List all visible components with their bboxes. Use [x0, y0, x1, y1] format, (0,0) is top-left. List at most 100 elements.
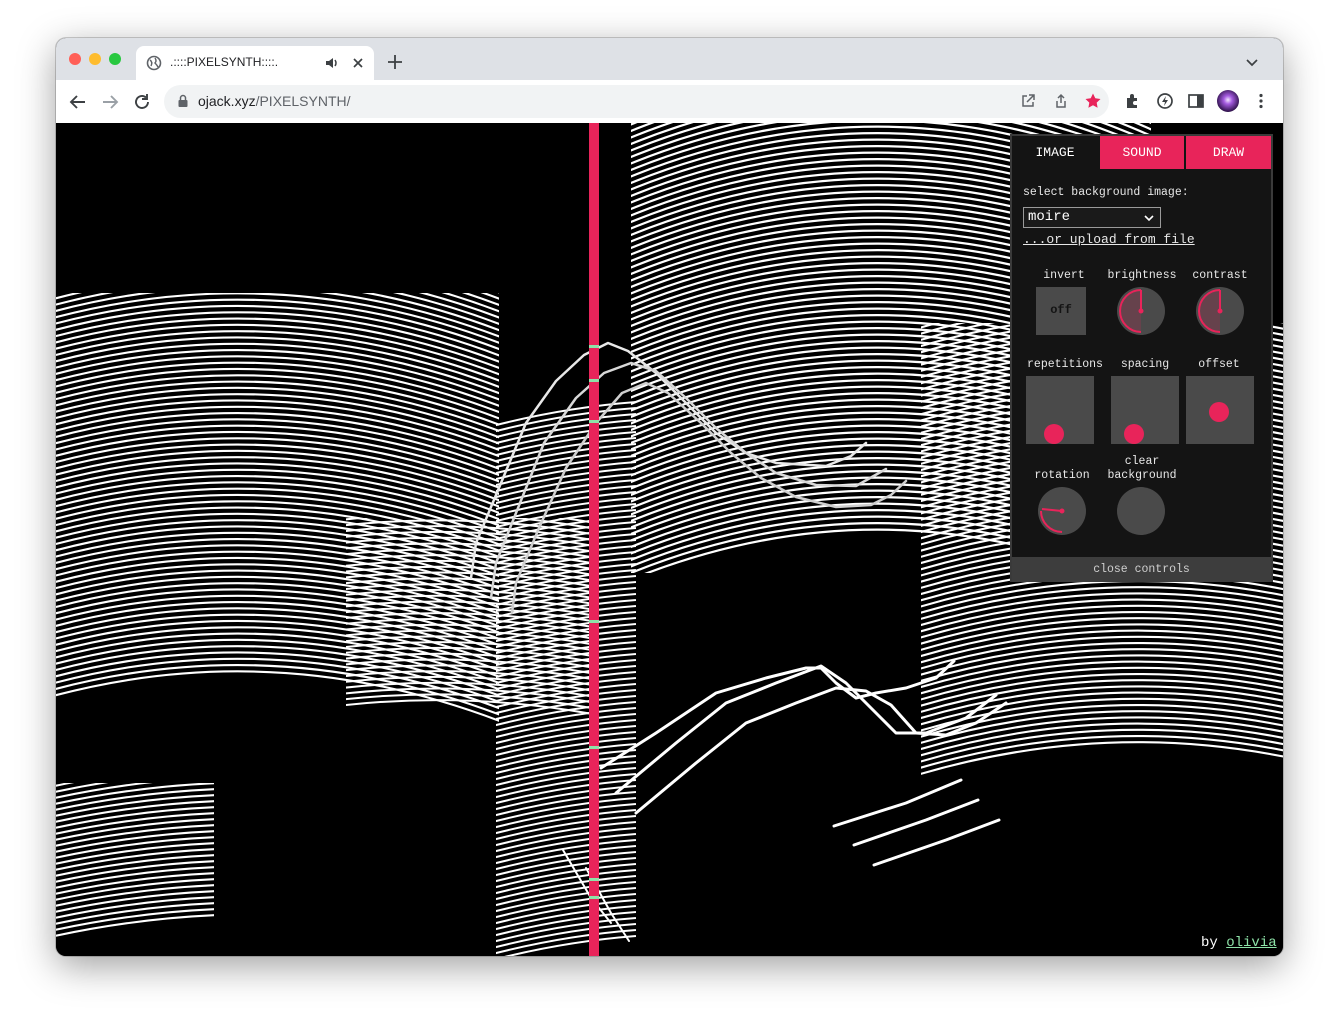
moire-line	[416, 123, 1283, 126]
synth-canvas-area: IMAGE SOUND DRAW select background image…	[56, 123, 1283, 956]
moire-line	[496, 725, 636, 751]
moire-line	[496, 713, 636, 739]
moire-line	[56, 890, 214, 913]
moire-line	[56, 896, 214, 919]
moire-line	[56, 854, 214, 877]
moire-line	[346, 687, 590, 704]
globe-icon	[146, 55, 162, 71]
tab-title: .::::PIXELSYNTH::::.	[170, 55, 279, 69]
moire-line	[496, 815, 636, 841]
spacing-pad[interactable]	[1111, 376, 1179, 444]
moire-line	[56, 123, 676, 233]
url-text: ojack.xyz/PIXELSYNTH/	[198, 93, 351, 109]
address-bar[interactable]: ojack.xyz/PIXELSYNTH/	[164, 85, 1109, 118]
moire-line	[496, 743, 636, 769]
moire-line	[496, 893, 636, 919]
tab-image[interactable]: IMAGE	[1012, 136, 1098, 169]
repetitions-pad[interactable]	[1026, 376, 1094, 444]
clear-label-line1: clear	[1124, 455, 1160, 468]
reload-icon[interactable]	[132, 92, 152, 112]
spacing-handle[interactable]	[1124, 424, 1144, 444]
back-icon[interactable]	[68, 92, 88, 112]
moire-line	[921, 735, 1283, 769]
browser-tab[interactable]: .::::PIXELSYNTH::::.	[136, 46, 374, 80]
moire-line	[56, 123, 676, 252]
close-window-button[interactable]	[69, 53, 81, 65]
extension-icon[interactable]	[1156, 92, 1174, 110]
moire-line	[496, 929, 636, 955]
brightness-knob[interactable]	[1117, 287, 1165, 335]
chevron-down-icon	[1144, 213, 1154, 223]
moire-line	[504, 935, 636, 956]
moire-line	[56, 123, 676, 239]
chevron-down-icon[interactable]	[1244, 54, 1260, 70]
rotation-knob[interactable]	[1038, 487, 1086, 535]
close-tab-icon[interactable]	[350, 55, 366, 71]
moire-line	[56, 123, 676, 265]
lock-icon[interactable]	[176, 94, 190, 108]
tab-bar: .::::PIXELSYNTH::::.	[56, 38, 1283, 80]
new-tab-icon[interactable]	[386, 53, 404, 71]
moire-line	[496, 755, 636, 781]
upload-file-link[interactable]: ...or upload from file	[1023, 232, 1195, 247]
moire-line	[56, 123, 676, 277]
speaker-icon[interactable]	[324, 55, 340, 71]
moire-line	[496, 875, 636, 901]
moire-line	[496, 779, 636, 805]
forward-icon[interactable]	[100, 92, 120, 112]
offset-handle[interactable]	[1209, 402, 1229, 422]
tab-sound[interactable]: SOUND	[1100, 136, 1184, 169]
playhead-bar[interactable]	[589, 123, 599, 956]
moire-line	[56, 130, 676, 284]
minimize-window-button[interactable]	[89, 53, 101, 65]
moire-line	[496, 761, 636, 787]
moire-line	[496, 905, 636, 931]
moire-line	[496, 749, 636, 775]
moire-line	[56, 123, 676, 258]
menu-icon[interactable]	[1252, 92, 1270, 110]
moire-line	[56, 155, 676, 309]
background-image-select[interactable]: moire	[1023, 207, 1161, 228]
moire-line	[496, 629, 636, 655]
share-icon[interactable]	[1053, 93, 1069, 109]
offset-pad[interactable]	[1186, 376, 1254, 444]
toolbar: ojack.xyz/PIXELSYNTH/	[56, 80, 1283, 124]
repetitions-handle[interactable]	[1044, 424, 1064, 444]
contrast-knob[interactable]	[1196, 287, 1244, 335]
moire-line	[496, 809, 636, 835]
credit-prefix: by	[1201, 935, 1218, 951]
star-icon[interactable]	[1084, 92, 1102, 110]
offset-label: offset	[1198, 358, 1240, 371]
controls-panel: IMAGE SOUND DRAW select background image…	[1010, 134, 1273, 582]
clear-label-line2: background	[1107, 469, 1177, 482]
moire-line	[921, 728, 1283, 763]
clear-background-button[interactable]	[1117, 487, 1165, 535]
drawn-stroke	[832, 778, 963, 828]
zoom-window-button[interactable]	[109, 53, 121, 65]
moire-line	[496, 899, 636, 925]
selected-image-value: moire	[1028, 209, 1071, 225]
side-panel-icon[interactable]	[1187, 92, 1205, 110]
drawn-stroke	[852, 798, 980, 847]
brightness-label: brightness	[1107, 269, 1177, 282]
note-marker	[589, 746, 599, 749]
moire-line	[56, 148, 676, 302]
open-external-icon[interactable]	[1020, 93, 1036, 109]
tab-draw[interactable]: DRAW	[1186, 136, 1271, 169]
extensions-icon[interactable]	[1124, 92, 1142, 110]
moire-line	[56, 161, 676, 315]
drawn-stroke	[634, 686, 1008, 815]
moire-line	[496, 917, 636, 943]
contrast-label: contrast	[1192, 269, 1248, 282]
profile-avatar[interactable]	[1217, 90, 1239, 112]
url-path: /PIXELSYNTH/	[255, 93, 351, 109]
moire-line	[56, 123, 676, 271]
credit-link[interactable]: olivia	[1226, 935, 1276, 951]
moire-line	[496, 767, 636, 793]
moire-line	[496, 911, 636, 937]
moire-line	[496, 839, 636, 865]
select-image-label: select background image:	[1023, 186, 1189, 199]
moire-line	[56, 657, 499, 710]
moire-line	[496, 887, 636, 913]
moire-line	[496, 833, 636, 859]
